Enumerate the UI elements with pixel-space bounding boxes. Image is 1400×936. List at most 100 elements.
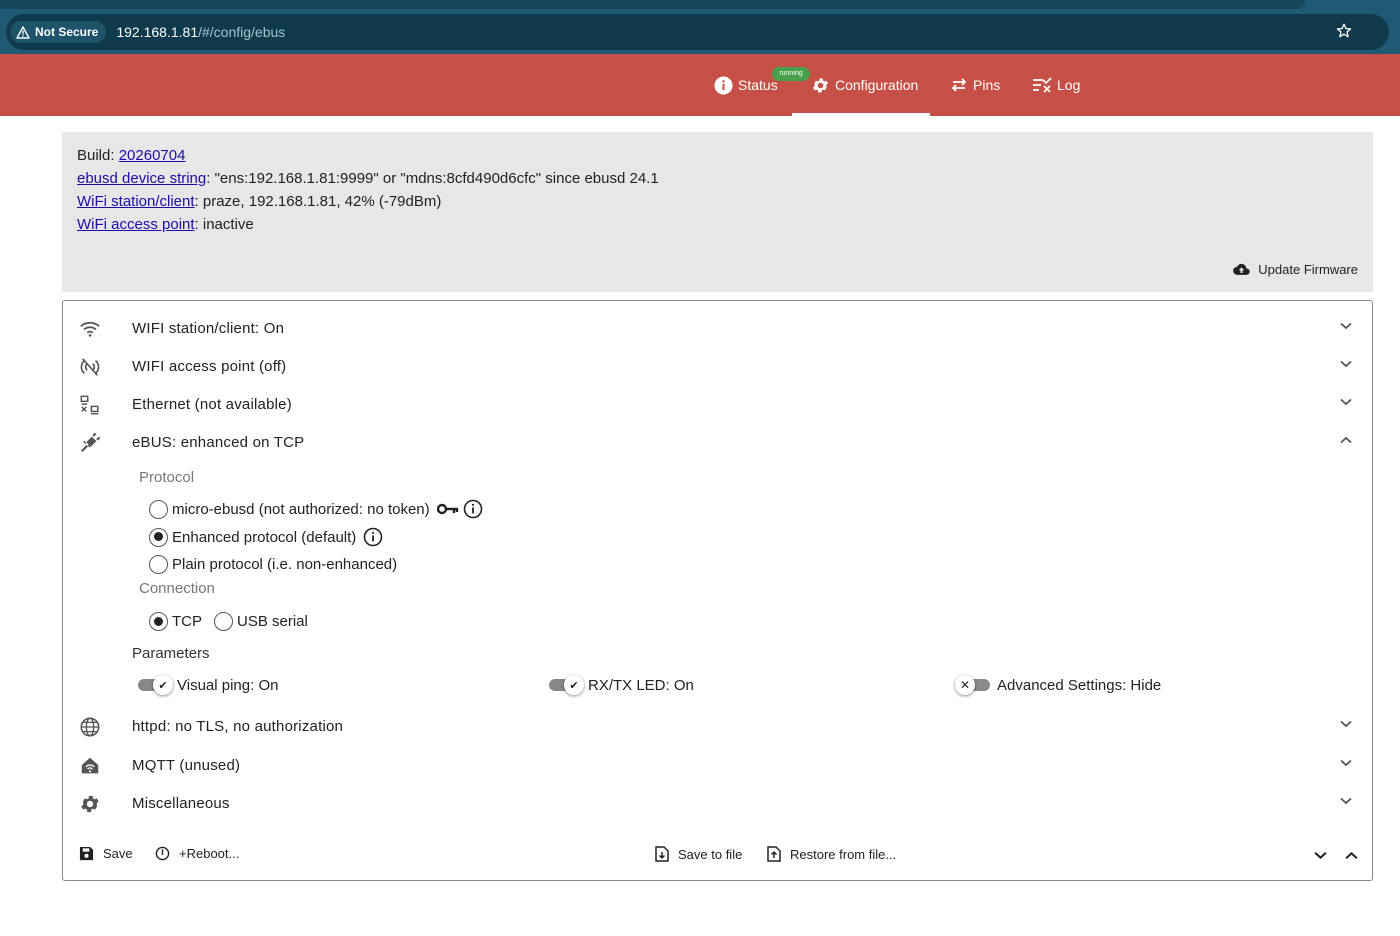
collapse-all-chevron-down-icon[interactable] [1314, 851, 1327, 860]
connection-heading: Connection [139, 580, 215, 597]
build-info-panel: Build: 20260704 ebusd device string: "en… [62, 132, 1373, 292]
chevron-up-icon[interactable] [1340, 436, 1352, 444]
bookmark-star-icon[interactable] [1335, 22, 1353, 40]
save-button[interactable]: Save [79, 846, 133, 861]
wifi-station-link[interactable]: WiFi station/client [77, 193, 195, 210]
nav-pins[interactable]: Pins [950, 54, 1000, 116]
section-ebus[interactable]: eBUS: enhanced on TCP [63, 423, 1372, 461]
close-icon: ✕ [955, 675, 975, 695]
gear-icon [812, 78, 829, 92]
device-string-line: ebusd device string: "ens:192.168.1.81:9… [77, 167, 1358, 190]
config-panel: WIFI station/client: On WIFI access poin… [62, 300, 1373, 881]
radio-button-selected[interactable] [149, 612, 168, 631]
connection-option-tcp[interactable]: TCP [149, 612, 202, 631]
toggle-switch[interactable]: ✔ [546, 675, 584, 695]
chevron-down-icon[interactable] [1340, 759, 1352, 767]
build-line: Build: 20260704 [77, 144, 1358, 167]
section-mqtt[interactable]: MQTT (unused) [63, 746, 1372, 784]
advanced-settings-label: Advanced Settings: Hide [997, 676, 1162, 694]
info-icon[interactable] [463, 499, 483, 519]
swap-arrows-icon [951, 78, 967, 92]
section-ethernet-label: Ethernet (not available) [132, 395, 292, 413]
address-bar[interactable]: Not Secure 192.168.1.81/#/config/ebus [6, 14, 1389, 50]
rxtx-led-label: RX/TX LED: On [588, 676, 694, 694]
nav-log[interactable]: Log [1032, 54, 1080, 116]
wifi-off-icon [80, 358, 100, 376]
globe-icon [80, 717, 100, 737]
wifi-ap-text: : inactive [194, 216, 254, 233]
section-wifi-station-label: WIFI station/client: On [132, 319, 285, 337]
info-icon[interactable] [363, 527, 383, 547]
url-host: 192.168.1.81 [116, 24, 199, 40]
nav-status[interactable]: Status [714, 54, 778, 116]
parameters-heading: Parameters [132, 645, 210, 662]
reboot-button[interactable]: +Reboot... [155, 846, 239, 861]
update-firmware-label: Update Firmware [1258, 262, 1358, 277]
protocol-option-label: Plain protocol (i.e. non-enhanced) [172, 556, 398, 573]
protocol-option-label: Enhanced protocol (default) [172, 528, 357, 546]
visual-ping-toggle[interactable]: ✔ Visual ping: On [135, 675, 278, 695]
file-download-icon [655, 846, 669, 862]
chevron-down-icon[interactable] [1340, 797, 1352, 805]
home-signal-icon [81, 757, 99, 774]
tab-strip [0, 0, 1305, 9]
expand-all-chevron-up-icon[interactable] [1345, 851, 1358, 860]
running-badge: running [772, 67, 810, 81]
gear-icon [81, 795, 99, 813]
save-to-file-button[interactable]: Save to file [655, 846, 742, 862]
chevron-down-icon[interactable] [1340, 360, 1352, 368]
section-wifi-ap-label: WIFI access point (off) [132, 357, 287, 375]
nav-configuration-label: Configuration [835, 77, 919, 93]
radio-button[interactable] [149, 499, 168, 519]
visual-ping-label: Visual ping: On [177, 676, 279, 694]
section-wifi-ap[interactable]: WIFI access point (off) [63, 347, 1372, 385]
build-label: Build: [77, 147, 119, 164]
restore-from-file-button[interactable]: Restore from file... [767, 846, 896, 862]
connection-option-label: TCP [172, 613, 202, 630]
app-header: Status Configuration Pins Log [0, 54, 1400, 116]
log-list-icon [1033, 77, 1052, 93]
nav-configuration[interactable]: Configuration [811, 54, 918, 116]
section-miscellaneous[interactable]: Miscellaneous [63, 784, 1372, 822]
save-icon [79, 846, 94, 861]
key-icon[interactable] [436, 503, 459, 515]
connection-option-usb[interactable]: USB serial [214, 612, 308, 631]
file-upload-icon [767, 846, 781, 862]
section-ebus-label: eBUS: enhanced on TCP [132, 433, 305, 451]
build-link[interactable]: 20260704 [119, 147, 186, 164]
device-string-link[interactable]: ebusd device string [77, 170, 206, 187]
footer-actions: Save +Reboot... Save to file Restore fro… [63, 841, 1372, 871]
network-off-icon [80, 395, 99, 415]
protocol-option-label: micro-ebusd (not authorized: no token) [172, 500, 430, 518]
protocol-option-micro-ebusd[interactable]: micro-ebusd (not authorized: no token) [149, 499, 483, 519]
chevron-down-icon[interactable] [1340, 720, 1352, 728]
section-ethernet[interactable]: Ethernet (not available) [63, 385, 1372, 423]
url-text[interactable]: 192.168.1.81/#/config/ebus [116, 24, 285, 40]
wifi-station-line: WiFi station/client: praze, 192.168.1.81… [77, 190, 1358, 213]
section-wifi-station[interactable]: WIFI station/client: On [63, 309, 1372, 347]
protocol-option-plain[interactable]: Plain protocol (i.e. non-enhanced) [149, 555, 397, 574]
not-secure-indicator[interactable]: Not Secure [10, 21, 107, 43]
protocol-option-enhanced[interactable]: Enhanced protocol (default) [149, 527, 383, 547]
chevron-down-icon[interactable] [1340, 322, 1352, 330]
cloud-upload-icon [1233, 263, 1250, 275]
section-httpd[interactable]: httpd: no TLS, no authorization [63, 707, 1372, 745]
save-label: Save [103, 846, 133, 861]
section-httpd-label: httpd: no TLS, no authorization [132, 717, 344, 735]
check-icon: ✔ [564, 675, 584, 695]
radio-button[interactable] [214, 612, 233, 631]
radio-button[interactable] [149, 555, 168, 574]
url-path: /#/config/ebus [198, 24, 286, 40]
radio-button-selected[interactable] [149, 527, 168, 547]
advanced-settings-toggle[interactable]: ✕ Advanced Settings: Hide [955, 675, 1161, 695]
update-firmware-button[interactable]: Update Firmware [1233, 258, 1358, 281]
toggle-switch[interactable]: ✕ [955, 675, 993, 695]
nav-status-label: Status [738, 77, 778, 93]
wifi-ap-link[interactable]: WiFi access point [77, 216, 195, 233]
chevron-down-icon[interactable] [1340, 398, 1352, 406]
wifi-ap-line: WiFi access point: inactive [77, 213, 1358, 236]
toggle-switch[interactable]: ✔ [135, 675, 173, 695]
info-icon [714, 75, 733, 95]
rxtx-led-toggle[interactable]: ✔ RX/TX LED: On [546, 675, 694, 695]
reboot-label: +Reboot... [179, 846, 240, 861]
